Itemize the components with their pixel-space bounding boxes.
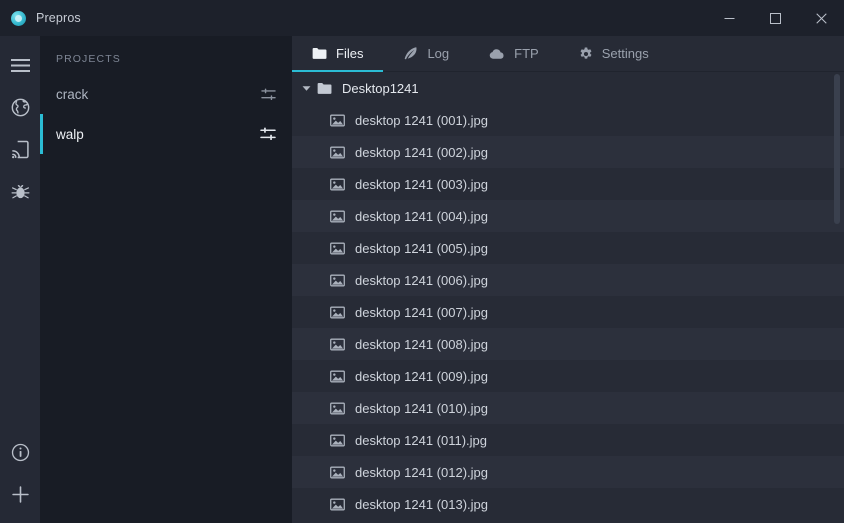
image-icon <box>328 146 346 159</box>
tab-log[interactable]: Log <box>383 36 469 71</box>
minimize-icon[interactable] <box>706 0 752 36</box>
folder-label: Desktop1241 <box>342 80 419 96</box>
title-bar-left: Prepros <box>0 10 81 26</box>
file-rows-container: desktop 1241 (001).jpg desktop 1241 (002)… <box>292 104 844 520</box>
tab-bar: Files Log FTP Settings <box>292 36 844 72</box>
file-label: desktop 1241 (003).jpg <box>355 176 488 192</box>
file-row[interactable]: desktop 1241 (006).jpg <box>292 264 844 296</box>
file-label: desktop 1241 (010).jpg <box>355 400 488 416</box>
file-label: desktop 1241 (005).jpg <box>355 240 488 256</box>
sliders-icon[interactable] <box>260 126 276 142</box>
gear-icon <box>579 47 593 61</box>
tab-settings[interactable]: Settings <box>559 36 669 71</box>
folder-icon <box>315 82 333 95</box>
image-icon <box>328 306 346 319</box>
file-row[interactable]: desktop 1241 (003).jpg <box>292 168 844 200</box>
file-label: desktop 1241 (011).jpg <box>355 432 488 448</box>
file-row[interactable]: desktop 1241 (013).jpg <box>292 488 844 520</box>
cloud-icon <box>489 48 505 60</box>
projects-header: PROJECTS <box>56 53 121 65</box>
folder-icon <box>312 47 327 60</box>
app-title: Prepros <box>36 11 81 25</box>
maximize-icon[interactable] <box>752 0 798 36</box>
bug-icon[interactable] <box>0 170 40 212</box>
tab-label: Log <box>427 46 450 61</box>
chevron-down-icon[interactable] <box>297 85 315 92</box>
main-panel: Files Log FTP Settings Desktop1241 deskt… <box>292 36 844 523</box>
projects-sidebar: PROJECTS crack walp <box>40 36 292 523</box>
file-label: desktop 1241 (012).jpg <box>355 464 488 480</box>
file-list[interactable]: Desktop1241 desktop 1241 (001).jpg deskto… <box>292 72 844 523</box>
file-label: desktop 1241 (009).jpg <box>355 368 488 384</box>
file-label: desktop 1241 (001).jpg <box>355 112 488 128</box>
file-row[interactable]: desktop 1241 (008).jpg <box>292 328 844 360</box>
hamburger-menu-icon[interactable] <box>0 44 40 86</box>
image-icon <box>328 338 346 351</box>
file-label: desktop 1241 (013).jpg <box>355 496 488 512</box>
file-row[interactable]: desktop 1241 (011).jpg <box>292 424 844 456</box>
tab-files[interactable]: Files <box>292 36 384 72</box>
file-label: desktop 1241 (004).jpg <box>355 208 488 224</box>
app-window: Prepros PROJECTS crack walp Files Log FT… <box>0 0 844 523</box>
file-row[interactable]: desktop 1241 (004).jpg <box>292 200 844 232</box>
scrollbar-thumb[interactable] <box>834 74 840 224</box>
image-icon <box>328 434 346 447</box>
tab-ftp[interactable]: FTP <box>469 36 559 71</box>
project-label: walp <box>56 126 84 142</box>
file-row[interactable]: desktop 1241 (009).jpg <box>292 360 844 392</box>
image-icon <box>328 274 346 287</box>
file-row[interactable]: desktop 1241 (010).jpg <box>292 392 844 424</box>
image-icon <box>328 466 346 479</box>
file-row[interactable]: desktop 1241 (007).jpg <box>292 296 844 328</box>
feather-icon <box>403 46 418 61</box>
image-icon <box>328 178 346 191</box>
image-icon <box>328 498 346 511</box>
image-icon <box>328 114 346 127</box>
image-icon <box>328 242 346 255</box>
sidebar-item-crack[interactable]: crack <box>40 74 292 114</box>
tab-label: FTP <box>514 46 539 61</box>
tab-label: Settings <box>601 46 649 61</box>
file-label: desktop 1241 (002).jpg <box>355 144 488 160</box>
file-label: desktop 1241 (007).jpg <box>355 304 488 320</box>
plus-icon[interactable] <box>0 473 40 515</box>
title-bar: Prepros <box>0 0 844 36</box>
icon-rail <box>0 36 40 523</box>
image-icon <box>328 210 346 223</box>
prepros-logo-icon <box>11 10 26 26</box>
file-row[interactable]: desktop 1241 (002).jpg <box>292 136 844 168</box>
file-label: desktop 1241 (008).jpg <box>355 336 488 352</box>
window-controls <box>706 0 844 36</box>
file-label: desktop 1241 (006).jpg <box>355 272 488 288</box>
file-row[interactable]: desktop 1241 (001).jpg <box>292 104 844 136</box>
image-icon <box>328 402 346 415</box>
device-sync-icon[interactable] <box>0 128 40 170</box>
globe-icon[interactable] <box>0 86 40 128</box>
file-row[interactable]: desktop 1241 (005).jpg <box>292 232 844 264</box>
file-tree-folder-row[interactable]: Desktop1241 <box>292 72 844 104</box>
tab-label: Files <box>336 46 364 61</box>
image-icon <box>328 370 346 383</box>
sidebar-item-walp[interactable]: walp <box>40 114 292 154</box>
close-icon[interactable] <box>798 0 844 36</box>
sliders-icon[interactable] <box>261 87 276 102</box>
file-row[interactable]: desktop 1241 (012).jpg <box>292 456 844 488</box>
app-body: PROJECTS crack walp Files Log FTP Settin… <box>0 36 844 523</box>
info-circle-icon[interactable] <box>0 431 40 473</box>
project-label: crack <box>56 86 89 102</box>
